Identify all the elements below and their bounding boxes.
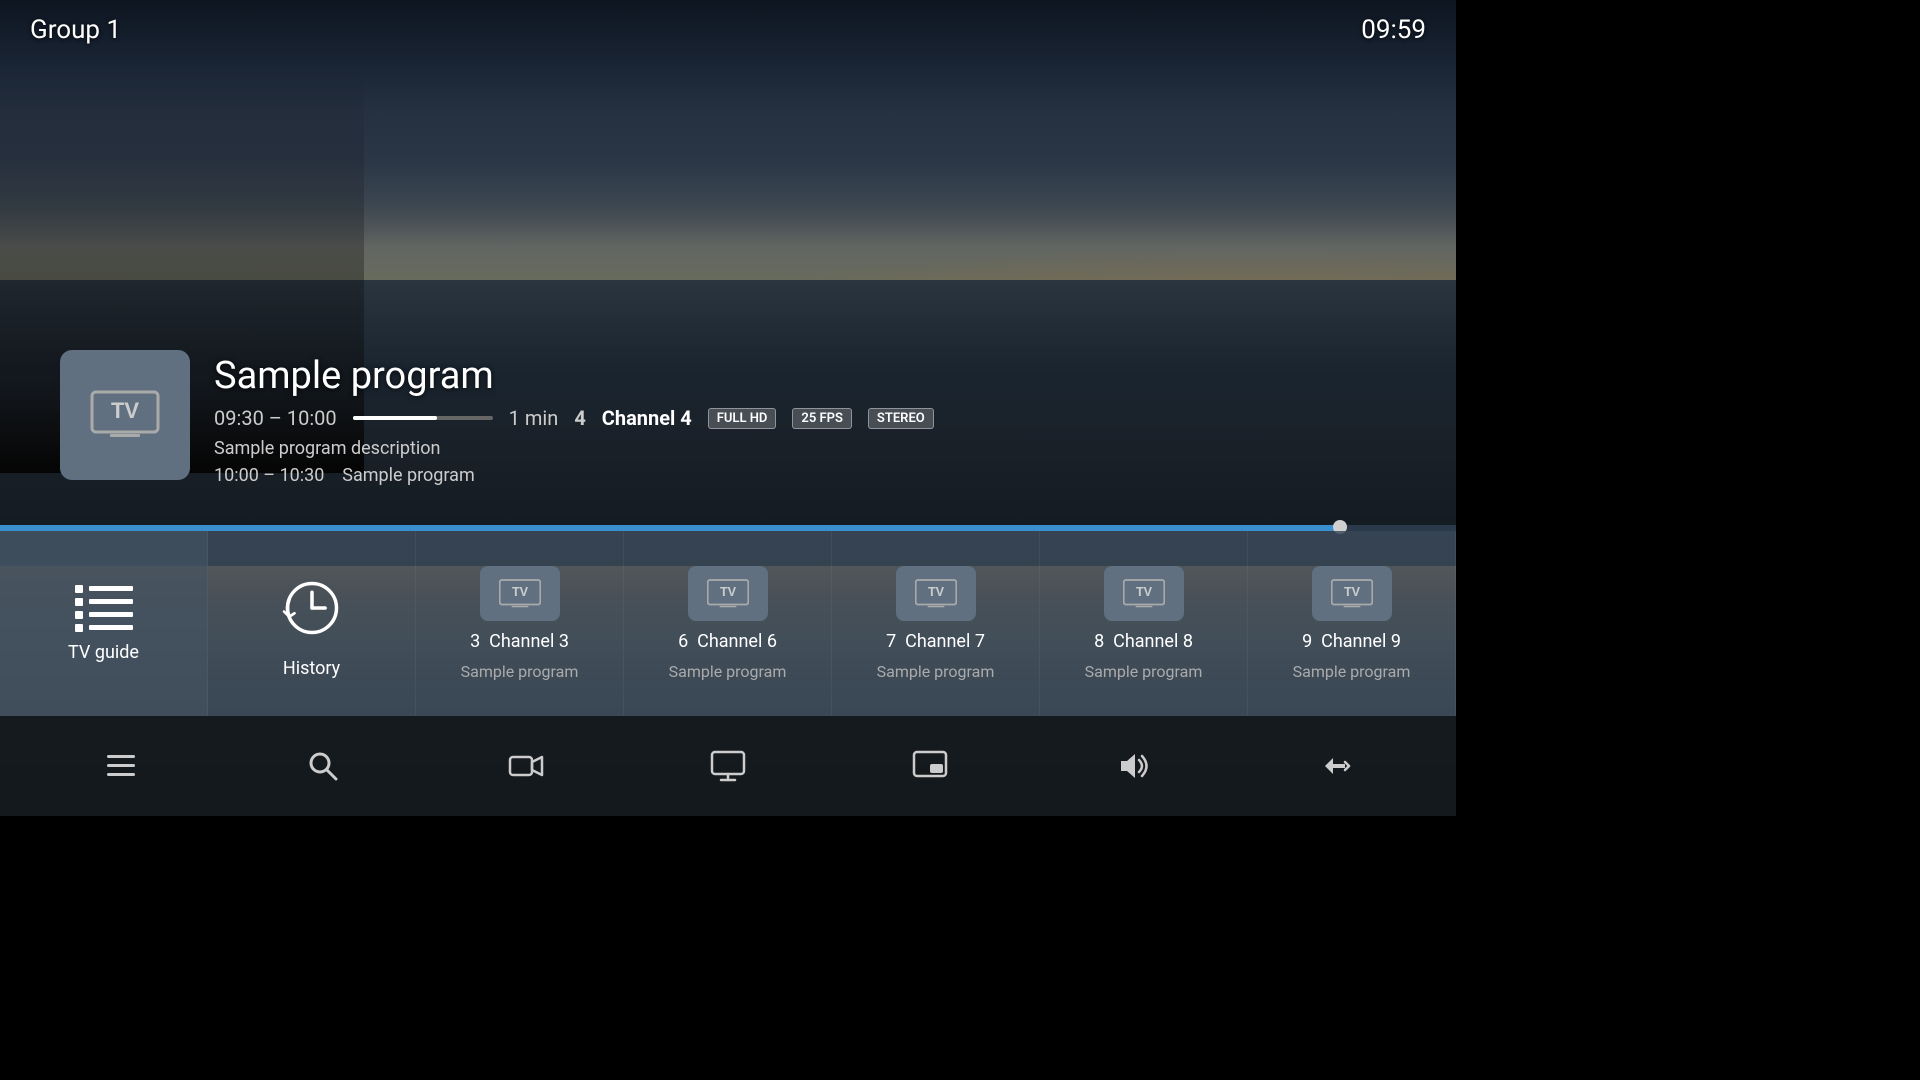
- channel-8-logo: TV: [1104, 566, 1184, 621]
- channel-7-label: 7 Channel 7: [886, 631, 985, 652]
- channel-7-program: Sample program: [877, 662, 995, 681]
- program-info-panel: TV Sample program 09:30 – 10:00 1 min 4 …: [60, 350, 1396, 486]
- program-details: Sample program 09:30 – 10:00 1 min 4 Cha…: [214, 350, 1396, 486]
- channel-8-label: 8 Channel 8: [1094, 631, 1193, 652]
- tv-logo-icon: TV: [90, 390, 160, 440]
- history-card[interactable]: History: [208, 531, 416, 716]
- volume-icon: [1115, 748, 1151, 784]
- tv-guide-card[interactable]: TV guide: [0, 531, 208, 716]
- channel-3-program: Sample program: [461, 662, 579, 681]
- monitor-button[interactable]: [700, 738, 756, 794]
- channel-8-program: Sample program: [1085, 662, 1203, 681]
- nav-button[interactable]: [1307, 738, 1363, 794]
- history-clock-icon: [277, 573, 347, 643]
- channel-card-6[interactable]: TV 6 Channel 6 Sample program: [624, 531, 832, 716]
- next-program: 10:00 – 10:30 Sample program: [214, 465, 1396, 486]
- svg-text:TV: TV: [111, 398, 139, 423]
- channel-3-logo: TV: [480, 566, 560, 621]
- tv-icon-8: TV: [1123, 579, 1165, 609]
- search-icon: [305, 748, 341, 784]
- channel-9-label: 9 Channel 9: [1302, 631, 1401, 652]
- video-button[interactable]: [498, 738, 554, 794]
- tv-icon-7: TV: [915, 579, 957, 609]
- channel-card-7[interactable]: TV 7 Channel 7 Sample program: [832, 531, 1040, 716]
- tv-icon-9: TV: [1331, 579, 1373, 609]
- video-camera-icon: [508, 748, 544, 784]
- channel-9-logo: TV: [1312, 566, 1392, 621]
- bottom-toolbar: [0, 716, 1456, 816]
- tv-icon-6: TV: [707, 579, 749, 609]
- menu-icon: [103, 748, 139, 784]
- channel-9-program: Sample program: [1293, 662, 1411, 681]
- top-bar: Group 1 09:59: [0, 0, 1456, 60]
- program-meta: 09:30 – 10:00 1 min 4 Channel 4 FULL HD …: [214, 406, 1396, 430]
- svg-text:TV: TV: [511, 585, 528, 599]
- channel-7-logo: TV: [896, 566, 976, 621]
- channel-name: Channel 4: [602, 406, 692, 430]
- menu-button[interactable]: [93, 738, 149, 794]
- next-title: Sample program: [342, 465, 475, 486]
- history-label: History: [283, 658, 340, 679]
- program-duration: 1 min: [509, 406, 559, 430]
- svg-text:TV: TV: [1135, 585, 1152, 599]
- channel-logo: TV: [60, 350, 190, 480]
- monitor-icon: [710, 748, 746, 784]
- channel-3-label: 3 Channel 3: [470, 631, 569, 652]
- next-time: 10:00 – 10:30: [214, 465, 324, 486]
- channel-card-3[interactable]: TV 3 Channel 3 Sample program: [416, 531, 624, 716]
- tv-icon-3: TV: [499, 579, 541, 609]
- search-button[interactable]: [295, 738, 351, 794]
- navigation-icon: [1317, 748, 1353, 784]
- program-description: Sample program description: [214, 438, 1396, 459]
- volume-button[interactable]: [1105, 738, 1161, 794]
- channel-6-program: Sample program: [669, 662, 787, 681]
- channel-card-8[interactable]: TV 8 Channel 8 Sample program: [1040, 531, 1248, 716]
- svg-text:TV: TV: [719, 585, 736, 599]
- tv-guide-label: TV guide: [68, 642, 139, 663]
- pip-button[interactable]: [902, 738, 958, 794]
- channel-number: 4: [574, 406, 585, 430]
- program-title: Sample program: [214, 354, 1396, 398]
- tv-guide-grid-icon: [75, 585, 133, 632]
- badge-fps: 25 FPS: [792, 408, 852, 429]
- program-progress-fill: [353, 416, 437, 420]
- channel-6-label: 6 Channel 6: [678, 631, 777, 652]
- history-icon: [272, 568, 352, 648]
- channel-6-logo: TV: [688, 566, 768, 621]
- program-progress-bar: [353, 416, 493, 420]
- svg-text:TV: TV: [1343, 585, 1360, 599]
- channel-card-9[interactable]: TV 9 Channel 9 Sample program: [1248, 531, 1456, 716]
- program-time: 09:30 – 10:00: [214, 406, 337, 430]
- channel-strip: TV guide History TV 3 Channel 3: [0, 531, 1456, 716]
- badge-fullhd: FULL HD: [708, 408, 777, 429]
- picture-in-picture-icon: [912, 748, 948, 784]
- badge-audio: STEREO: [868, 408, 934, 429]
- group-title: Group 1: [30, 15, 121, 45]
- svg-text:TV: TV: [927, 585, 944, 599]
- clock: 09:59: [1361, 15, 1426, 45]
